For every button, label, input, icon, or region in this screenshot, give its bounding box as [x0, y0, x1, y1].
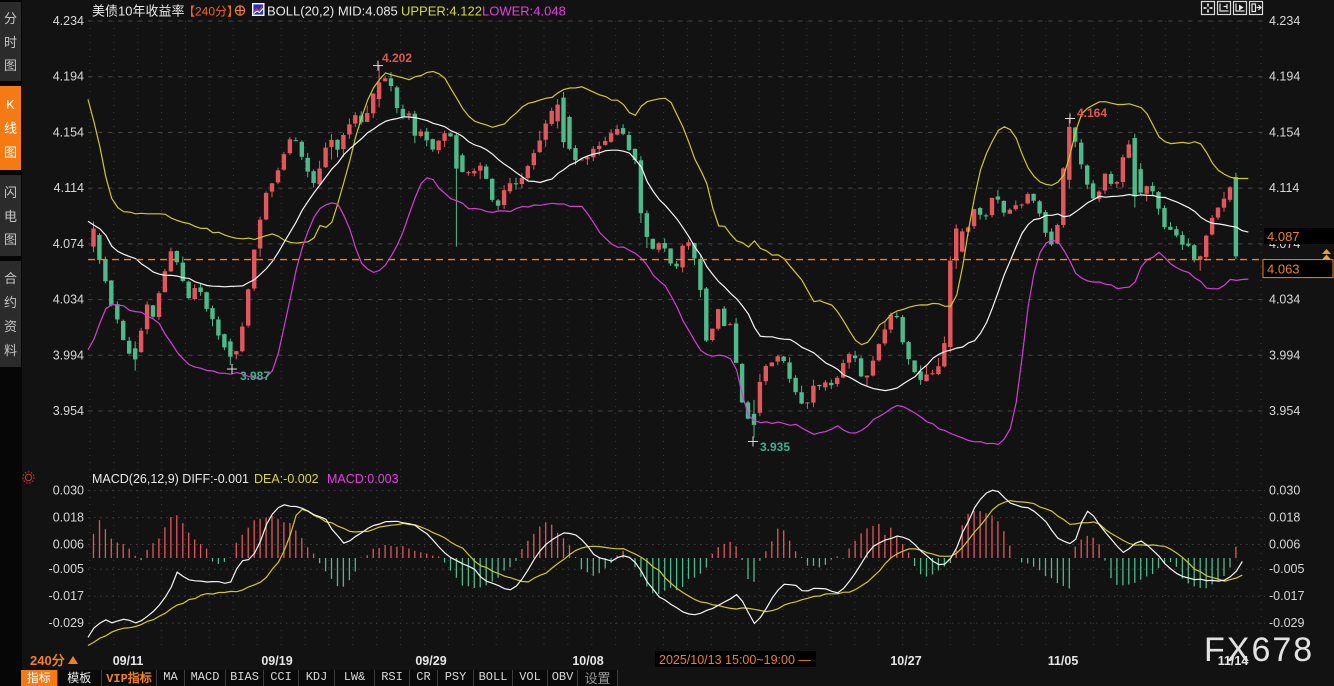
svg-text:0.030: 0.030	[1269, 484, 1300, 498]
svg-text:-0.017: -0.017	[1269, 589, 1304, 603]
svg-text:BOLL(20,2) MID:4.085: BOLL(20,2) MID:4.085	[267, 4, 398, 19]
svg-text:DEA:-0.002: DEA:-0.002	[254, 472, 319, 486]
svg-text:-0.029: -0.029	[1269, 616, 1304, 630]
svg-text:09/19: 09/19	[261, 654, 292, 668]
svg-text:09/11: 09/11	[113, 654, 144, 668]
svg-text:4.194: 4.194	[53, 70, 84, 84]
svg-text:0.030: 0.030	[53, 484, 84, 498]
svg-text:2025/10/13 15:00~19:00 —: 2025/10/13 15:00~19:00 —	[659, 653, 811, 667]
svg-text:-0.017: -0.017	[49, 589, 84, 603]
svg-text:【240分】: 【240分】	[183, 3, 239, 20]
svg-text:0.006: 0.006	[53, 538, 84, 552]
svg-text:3.954: 3.954	[53, 404, 84, 418]
svg-text:0.018: 0.018	[1269, 511, 1300, 525]
svg-text:4.087: 4.087	[1267, 229, 1300, 244]
svg-text:11/05: 11/05	[1048, 654, 1079, 668]
svg-text:LOWER:4.048: LOWER:4.048	[482, 4, 566, 19]
svg-text:UPPER:4.122: UPPER:4.122	[401, 4, 482, 19]
svg-text:4.063: 4.063	[1267, 262, 1300, 277]
svg-text:-0.005: -0.005	[49, 562, 84, 576]
svg-text:美债10年收益率: 美债10年收益率	[92, 1, 184, 20]
svg-text:4.114: 4.114	[1269, 181, 1299, 195]
svg-text:4.074: 4.074	[53, 237, 84, 251]
svg-text:0.006: 0.006	[1269, 538, 1300, 552]
svg-text:MACD(26,12,9) DIFF:-0.001: MACD(26,12,9) DIFF:-0.001	[92, 472, 249, 486]
svg-text:-0.005: -0.005	[1269, 562, 1304, 576]
svg-text:3.935: 3.935	[760, 440, 790, 454]
svg-text:3.994: 3.994	[53, 348, 84, 362]
svg-text:3.954: 3.954	[1269, 404, 1300, 418]
svg-text:FX678: FX678	[1204, 631, 1314, 669]
svg-text:10/08: 10/08	[572, 654, 603, 668]
svg-text:4.154: 4.154	[1269, 125, 1300, 139]
svg-text:4.234: 4.234	[53, 14, 84, 28]
svg-text:09/29: 09/29	[415, 654, 446, 668]
svg-text:4.234: 4.234	[1269, 14, 1300, 28]
svg-text:MACD:0.003: MACD:0.003	[327, 472, 399, 486]
svg-text:3.987: 3.987	[240, 369, 270, 383]
svg-text:4.202: 4.202	[382, 51, 412, 65]
svg-text:4.154: 4.154	[53, 125, 84, 139]
svg-text:4.164: 4.164	[1077, 106, 1107, 120]
svg-text:4.034: 4.034	[1269, 293, 1300, 307]
svg-text:4.194: 4.194	[1269, 70, 1300, 84]
svg-text:0.018: 0.018	[53, 511, 84, 525]
svg-text:10/27: 10/27	[890, 654, 921, 668]
svg-text:4.114: 4.114	[54, 181, 84, 195]
svg-text:3.994: 3.994	[1269, 348, 1300, 362]
svg-text:4.034: 4.034	[53, 293, 84, 307]
svg-text:240分: 240分	[30, 650, 65, 669]
svg-text:-0.029: -0.029	[49, 616, 84, 630]
